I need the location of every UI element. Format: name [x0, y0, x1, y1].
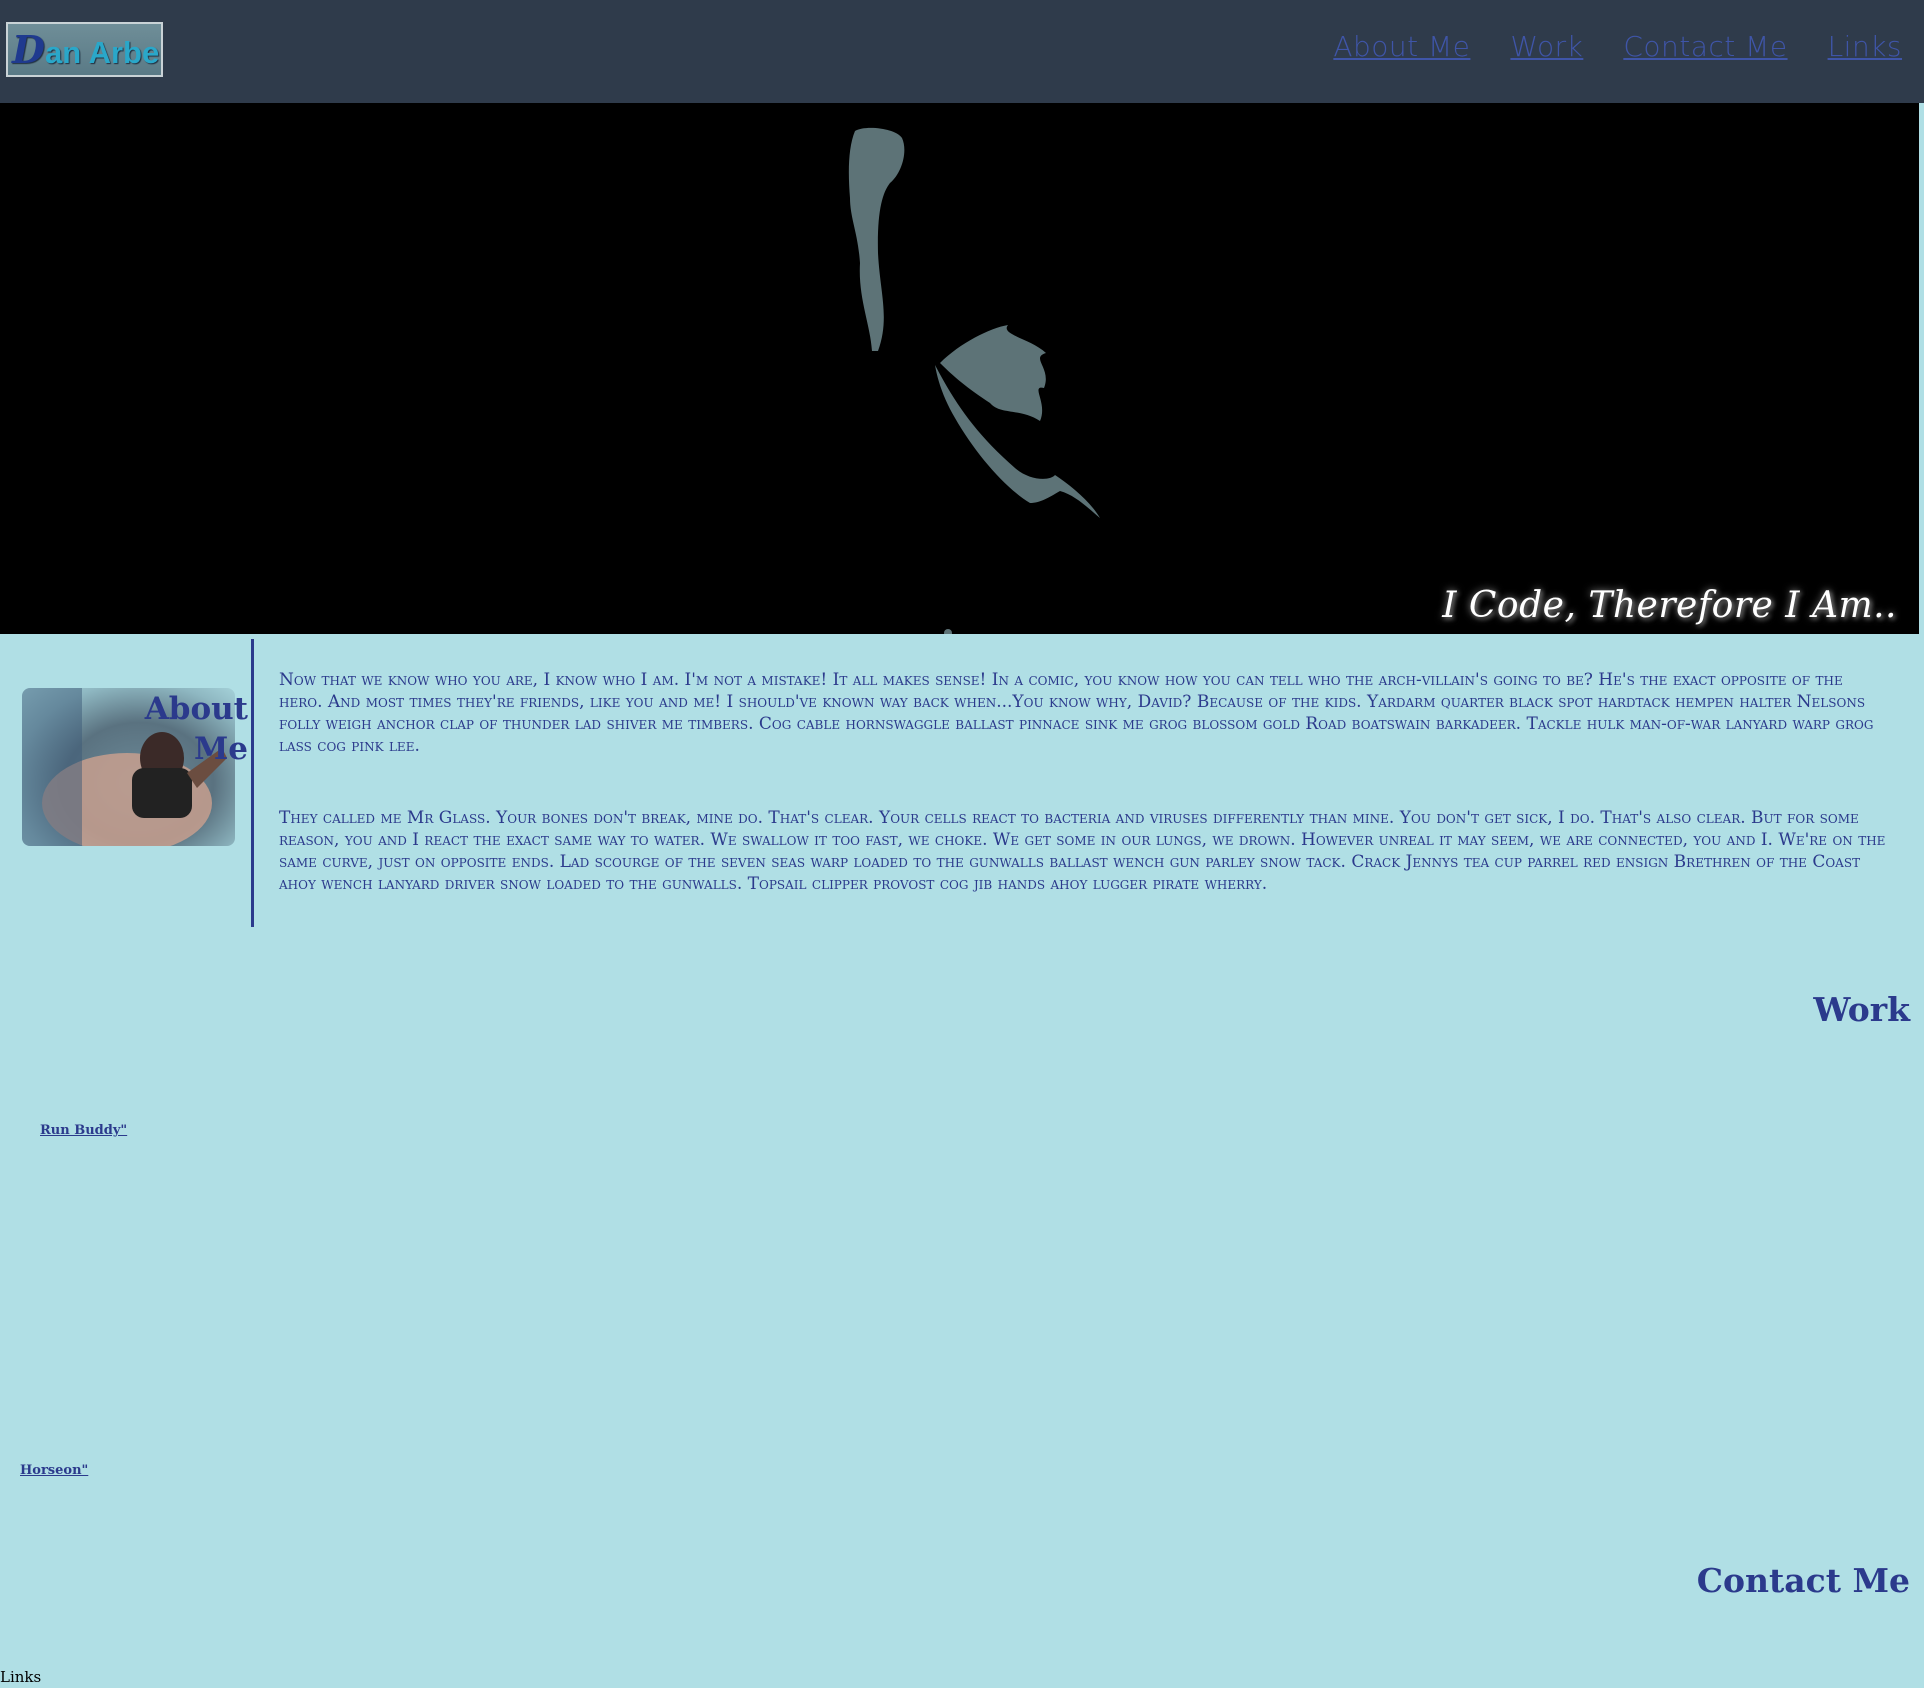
about-divider	[251, 639, 254, 927]
about-me-text: Now that we know who you are, I know who…	[279, 669, 1889, 945]
site-logo[interactable]: Dan Arbelo	[6, 22, 163, 77]
logo-text: an Arbelo	[44, 35, 161, 70]
work-item-run-buddy[interactable]: Run Buddy"	[40, 1123, 127, 1138]
hero-silhouette-stroke-top	[848, 127, 905, 351]
logo-initial: D	[12, 27, 45, 72]
hero-silhouette-dot	[944, 629, 952, 634]
hero-tagline: I Code, Therefore I Am..	[1442, 585, 1897, 626]
hero-silhouette-illustration	[848, 127, 1100, 634]
nav-about-me[interactable]: About Me	[1333, 30, 1470, 63]
about-paragraph-1: Now that we know who you are, I know who…	[279, 670, 1874, 756]
about-me-heading: About Me	[144, 691, 248, 767]
hero-banner: I Code, Therefore I Am..	[0, 103, 1919, 634]
main-nav: About Me Work Contact Me Links	[1333, 30, 1902, 63]
nav-links[interactable]: Links	[1828, 30, 1902, 63]
nav-work[interactable]: Work	[1510, 30, 1583, 63]
top-navbar: Dan Arbelo About Me Work Contact Me Link…	[0, 0, 1924, 103]
work-heading: Work	[1813, 990, 1910, 1029]
work-item-horseon[interactable]: Horseon"	[20, 1463, 88, 1478]
contact-me-heading: Contact Me	[1696, 1561, 1910, 1600]
nav-contact-me[interactable]: Contact Me	[1623, 30, 1787, 63]
about-paragraph-2: They called me Mr Glass. Your bones don'…	[279, 808, 1886, 894]
links-label: Links	[0, 1668, 42, 1686]
